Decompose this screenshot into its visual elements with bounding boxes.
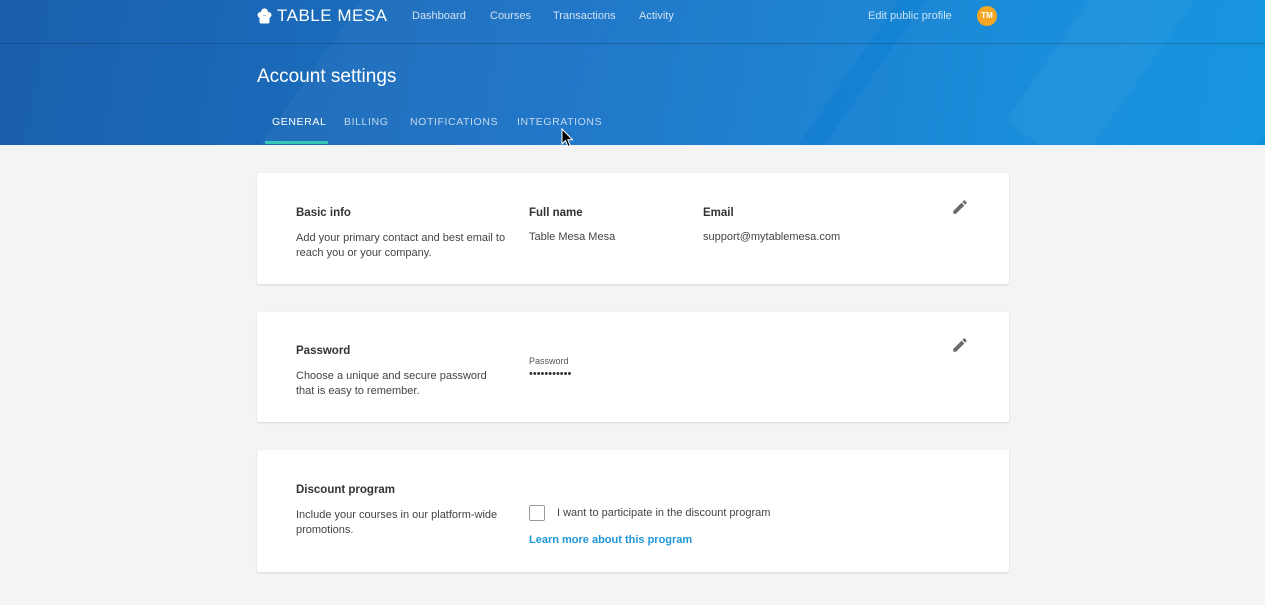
pencil-icon[interactable] (951, 198, 969, 216)
discount-checkbox-label[interactable]: I want to participate in the discount pr… (557, 507, 770, 519)
nav-courses[interactable]: Courses (490, 10, 531, 22)
password-description: Choose a unique and secure password that… (296, 370, 487, 397)
mouse-cursor-icon (561, 128, 574, 148)
pencil-icon[interactable] (951, 336, 969, 354)
tab-billing[interactable]: BILLING (344, 116, 388, 128)
nav-dashboard[interactable]: Dashboard (412, 10, 466, 22)
password-field-label: Password (529, 356, 569, 366)
password-title: Password (296, 345, 351, 357)
tab-notifications[interactable]: NOTIFICATIONS (410, 116, 498, 128)
discount-description: Include your courses in our platform-wid… (296, 509, 498, 536)
tab-integrations[interactable]: INTEGRATIONS (517, 116, 602, 128)
edit-public-profile-link[interactable]: Edit public profile (868, 10, 952, 22)
full-name-value: Table Mesa Mesa (529, 231, 616, 243)
nav-transactions[interactable]: Transactions (553, 10, 616, 22)
basic-info-description: Add your primary contact and best email … (296, 232, 506, 259)
password-value: ••••••••••• (529, 368, 572, 380)
basic-info-title: Basic info (296, 207, 351, 219)
learn-more-link[interactable]: Learn more about this program (529, 534, 692, 546)
brand-logo[interactable]: TABLE MESA (257, 6, 388, 25)
password-card: Password Choose a unique and secure pass… (257, 312, 1009, 422)
header-banner: TABLE MESA Dashboard Courses Transaction… (0, 0, 1265, 145)
email-value: support@mytablemesa.com (703, 231, 841, 243)
tab-general[interactable]: GENERAL (272, 116, 326, 128)
brand-name: TABLE MESA (277, 6, 388, 25)
avatar[interactable]: TM (977, 6, 997, 26)
discount-program-card: Discount program Include your courses in… (257, 450, 1009, 572)
nav-activity[interactable]: Activity (639, 10, 674, 22)
basic-info-card: Basic info Add your primary contact and … (257, 173, 1009, 284)
discount-checkbox[interactable] (529, 505, 545, 521)
discount-title: Discount program (296, 484, 396, 496)
email-label: Email (703, 207, 734, 219)
active-tab-indicator (265, 141, 328, 144)
chef-hat-icon (257, 8, 272, 24)
top-nav-bar: TABLE MESA Dashboard Courses Transaction… (0, 0, 1265, 44)
full-name-label: Full name (529, 207, 583, 219)
page-title: Account settings (257, 66, 397, 87)
